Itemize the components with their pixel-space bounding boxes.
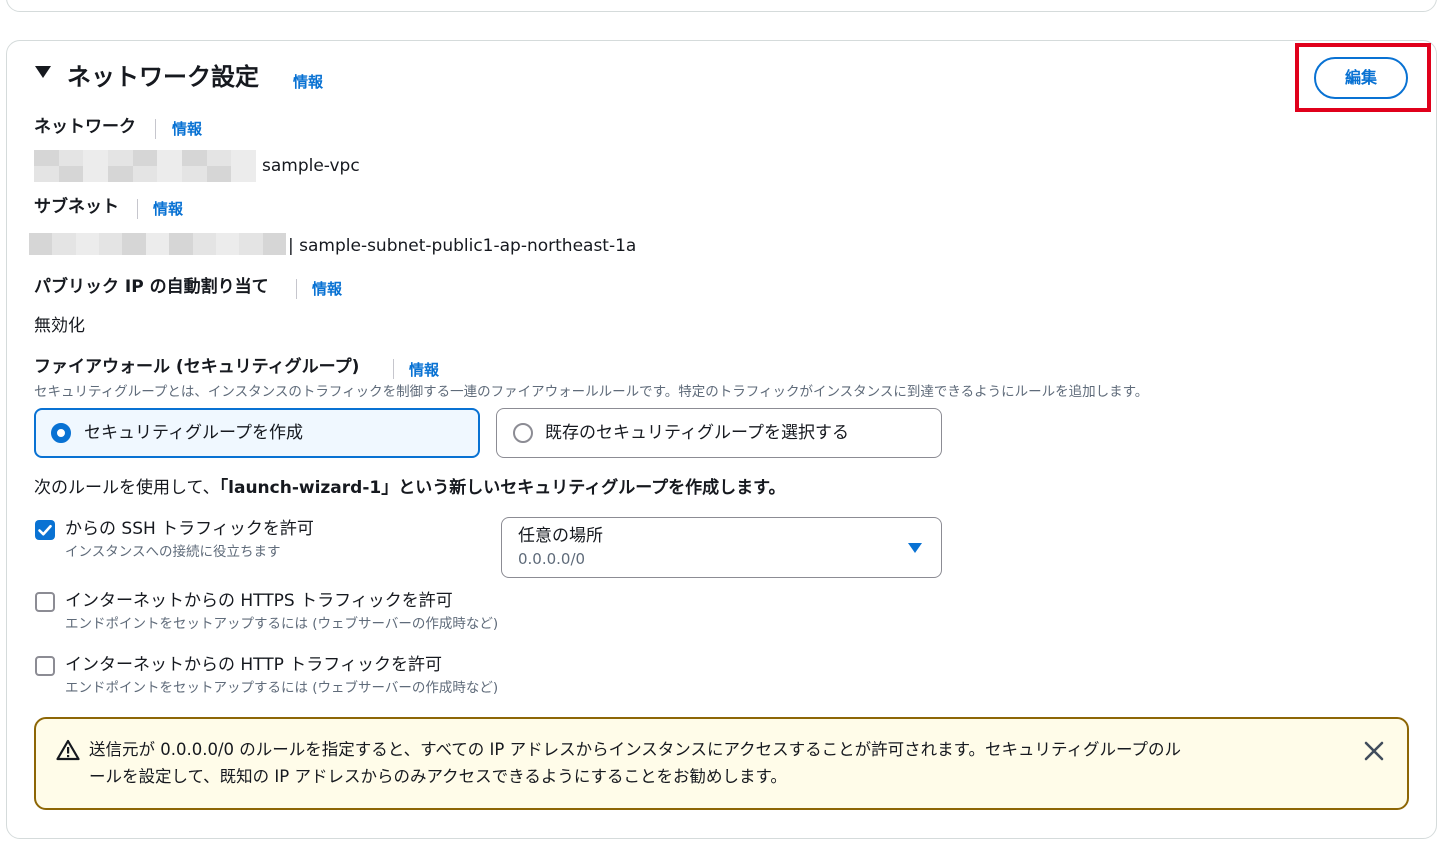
network-info-link[interactable]: 情報: [172, 118, 202, 139]
warning-line: ールを設定して、既知の IP アドレスからのみアクセスできるようにすることをお勧…: [89, 767, 787, 786]
select-label: 任意の場所: [518, 526, 603, 546]
http-rule-label: インターネットからの HTTP トラフィックを許可: [65, 655, 442, 675]
select-value: 0.0.0.0/0: [518, 550, 586, 568]
https-rule-description: エンドポイントをセットアップするには (ウェブサーバーの作成時など): [65, 616, 499, 632]
http-checkbox[interactable]: [35, 656, 55, 676]
network-value: sample-vpc: [262, 156, 360, 176]
previous-section-card: [6, 0, 1437, 12]
redacted-subnet-id: [29, 233, 286, 255]
warning-line: 送信元が 0.0.0.0/0 のルールを指定すると、すべての IP アドレスから…: [89, 740, 1181, 759]
dropdown-caret-icon: [908, 543, 922, 553]
create-security-group-option[interactable]: セキュリティグループを作成: [34, 408, 480, 458]
ssh-checkbox[interactable]: [35, 520, 55, 540]
rule-intro: 次のルールを使用して、「launch-wizard-1」という新しいセキュリティ…: [34, 476, 785, 500]
checkmark-icon: [38, 524, 52, 536]
firewall-description: セキュリティグループとは、インスタンスのトラフィックを制御する一連のファイアウォ…: [34, 384, 1149, 400]
label-separator: [155, 119, 156, 139]
close-icon[interactable]: [1363, 740, 1385, 762]
https-checkbox[interactable]: [35, 592, 55, 612]
section-info-link[interactable]: 情報: [293, 71, 323, 92]
edit-button[interactable]: 編集: [1314, 57, 1408, 99]
network-settings-panel: ネットワーク設定 情報 編集 ネットワーク 情報 sample-vpc サブネッ…: [6, 40, 1437, 839]
redacted-vpc-id: [34, 150, 256, 182]
label-separator: [393, 359, 394, 379]
subnet-label: サブネット: [34, 197, 119, 217]
firewall-info-link[interactable]: 情報: [409, 359, 439, 380]
ssh-source-select[interactable]: 任意の場所 0.0.0.0/0: [501, 517, 942, 578]
rule-intro-prefix: 次のルールを使用して、: [34, 478, 220, 498]
radio-option-label: 既存のセキュリティグループを選択する: [545, 423, 849, 443]
public-ip-label: パブリック IP の自動割り当て: [34, 277, 269, 297]
subnet-info-link[interactable]: 情報: [153, 198, 183, 219]
radio-selected-icon[interactable]: [51, 423, 71, 443]
ssh-rule-description: インスタンスへの接続に役立ちます: [65, 544, 281, 560]
section-title: ネットワーク設定: [67, 63, 259, 91]
select-existing-security-group-option[interactable]: 既存のセキュリティグループを選択する: [496, 408, 942, 458]
firewall-label: ファイアウォール (セキュリティグループ): [34, 357, 360, 377]
radio-unselected-icon[interactable]: [513, 423, 533, 443]
http-rule-description: エンドポイントをセットアップするには (ウェブサーバーの作成時など): [65, 680, 499, 696]
https-rule-label: インターネットからの HTTPS トラフィックを許可: [65, 591, 453, 611]
subnet-value: | sample-subnet-public1-ap-northeast-1a: [288, 236, 637, 256]
warning-icon: [56, 739, 80, 761]
warning-alert: 送信元が 0.0.0.0/0 のルールを指定すると、すべての IP アドレスから…: [34, 717, 1409, 810]
network-label: ネットワーク: [34, 117, 136, 137]
radio-option-label: セキュリティグループを作成: [84, 423, 303, 443]
warning-message: 送信元が 0.0.0.0/0 のルールを指定すると、すべての IP アドレスから…: [89, 736, 1329, 790]
collapse-caret-icon[interactable]: [35, 66, 51, 78]
ssh-rule-label: からの SSH トラフィックを許可: [65, 519, 314, 539]
public-ip-info-link[interactable]: 情報: [312, 278, 342, 299]
label-separator: [296, 279, 297, 299]
public-ip-value: 無効化: [34, 316, 85, 336]
label-separator: [137, 199, 138, 219]
rule-intro-suffix: 「launch-wizard-1」という新しいセキュリティグループを作成します。: [219, 478, 786, 498]
